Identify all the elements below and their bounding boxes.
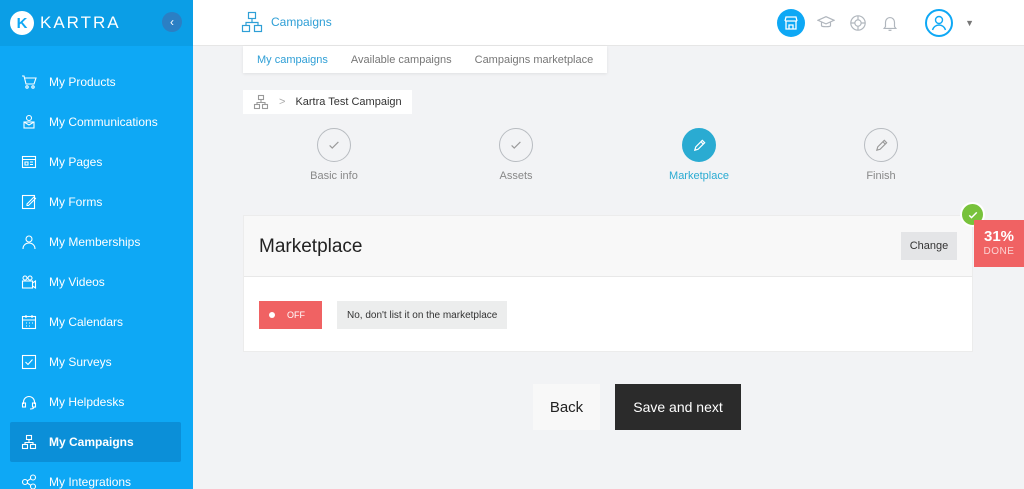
- sidebar-item-label: My Forms: [49, 195, 103, 209]
- calendar-icon: [20, 313, 38, 331]
- breadcrumb-current: Kartra Test Campaign: [295, 96, 402, 108]
- step-basic-info[interactable]: Basic info: [274, 128, 394, 182]
- check-icon: [499, 128, 533, 162]
- memberships-icon: [20, 233, 38, 251]
- progress-badge[interactable]: 31% DONE: [974, 220, 1024, 267]
- top-icons: ▼: [777, 9, 974, 37]
- campaign-subtabs: My campaigns Available campaigns Campaig…: [243, 46, 608, 73]
- sidebar-item-helpdesks[interactable]: My Helpdesks: [0, 382, 193, 422]
- videos-icon: [20, 273, 38, 291]
- page-title: Campaigns: [241, 11, 332, 33]
- marketplace-card: Marketplace Change OFF No, don't list it…: [243, 215, 973, 352]
- integrations-icon: [20, 473, 38, 489]
- tab-available-campaigns[interactable]: Available campaigns: [351, 54, 452, 66]
- toggle-knob: [269, 312, 275, 318]
- chevron-left-icon: ‹: [170, 15, 174, 29]
- cart-icon: [20, 73, 38, 91]
- back-button[interactable]: Back: [533, 384, 600, 430]
- sidebar-item-label: My Communications: [49, 115, 158, 129]
- communications-icon: [20, 113, 38, 131]
- sidebar-item-videos[interactable]: My Videos: [0, 262, 193, 302]
- campaigns-icon: [241, 11, 263, 33]
- breadcrumb: > Kartra Test Campaign: [243, 90, 412, 114]
- sidebar-nav: My Products My Communications My Pages M…: [0, 62, 193, 489]
- step-finish[interactable]: Finish: [821, 128, 941, 182]
- sidebar-item-label: My Calendars: [49, 315, 124, 329]
- pencil-icon: [864, 128, 898, 162]
- progress-percent: 31%: [983, 228, 1015, 245]
- kartra-logo-icon: K: [10, 11, 34, 35]
- bell-icon[interactable]: [879, 12, 901, 34]
- caret-down-icon[interactable]: ▼: [965, 18, 974, 28]
- tab-my-campaigns[interactable]: My campaigns: [257, 54, 328, 66]
- sidebar-item-calendars[interactable]: My Calendars: [0, 302, 193, 342]
- surveys-icon: [20, 353, 38, 371]
- top-bar: Campaigns ▼: [193, 0, 1024, 46]
- collapse-sidebar-button[interactable]: ‹: [162, 12, 182, 32]
- progress-label: DONE: [983, 246, 1015, 257]
- toggle-label: OFF: [287, 310, 305, 320]
- change-button[interactable]: Change: [901, 232, 957, 260]
- graduation-cap-icon[interactable]: [815, 12, 837, 34]
- store-icon[interactable]: [777, 9, 806, 37]
- sidebar-item-label: My Integrations: [49, 475, 132, 489]
- card-title: Marketplace: [259, 236, 363, 257]
- save-and-next-button[interactable]: Save and next: [615, 384, 741, 430]
- campaigns-icon[interactable]: [253, 94, 269, 110]
- card-header: Marketplace Change: [244, 216, 972, 277]
- sidebar-item-label: My Memberships: [49, 235, 141, 249]
- chevron-right-icon: >: [279, 96, 286, 108]
- headset-icon: [20, 393, 38, 411]
- step-label: Finish: [866, 170, 896, 182]
- pages-icon: [20, 153, 38, 171]
- sidebar-item-surveys[interactable]: My Surveys: [0, 342, 193, 382]
- campaigns-icon: [20, 433, 38, 451]
- sidebar-item-integrations[interactable]: My Integrations: [0, 462, 193, 489]
- tab-campaigns-marketplace[interactable]: Campaigns marketplace: [475, 54, 594, 66]
- marketplace-toggle[interactable]: OFF: [259, 301, 322, 329]
- avatar[interactable]: [925, 9, 954, 37]
- check-icon: [317, 128, 351, 162]
- sidebar-item-label: My Campaigns: [49, 435, 134, 449]
- step-label: Marketplace: [669, 170, 729, 182]
- user-icon: [931, 15, 947, 31]
- sidebar-item-label: My Surveys: [49, 355, 112, 369]
- lifebuoy-icon[interactable]: [847, 12, 869, 34]
- step-label: Basic info: [310, 170, 358, 182]
- page-title-text: Campaigns: [271, 15, 332, 29]
- step-label: Assets: [499, 170, 533, 182]
- sidebar-item-communications[interactable]: My Communications: [0, 102, 193, 142]
- toggle-description: No, don't list it on the marketplace: [337, 301, 508, 329]
- sidebar-item-products[interactable]: My Products: [0, 62, 193, 102]
- sidebar-item-campaigns[interactable]: My Campaigns: [10, 422, 181, 462]
- sidebar-item-label: My Videos: [49, 275, 105, 289]
- sidebar-item-pages[interactable]: My Pages: [0, 142, 193, 182]
- sidebar-item-label: My Pages: [49, 155, 103, 169]
- pencil-icon: [682, 128, 716, 162]
- sidebar-item-memberships[interactable]: My Memberships: [0, 222, 193, 262]
- sidebar-item-forms[interactable]: My Forms: [0, 182, 193, 222]
- sidebar-item-label: My Helpdesks: [49, 395, 125, 409]
- sidebar: K KARTRA ‹ My Products My Communications…: [0, 0, 193, 489]
- forms-icon: [20, 193, 38, 211]
- step-marketplace[interactable]: Marketplace: [639, 128, 759, 182]
- brand-name: KARTRA: [40, 13, 121, 32]
- sidebar-item-label: My Products: [49, 75, 116, 89]
- step-assets[interactable]: Assets: [456, 128, 576, 182]
